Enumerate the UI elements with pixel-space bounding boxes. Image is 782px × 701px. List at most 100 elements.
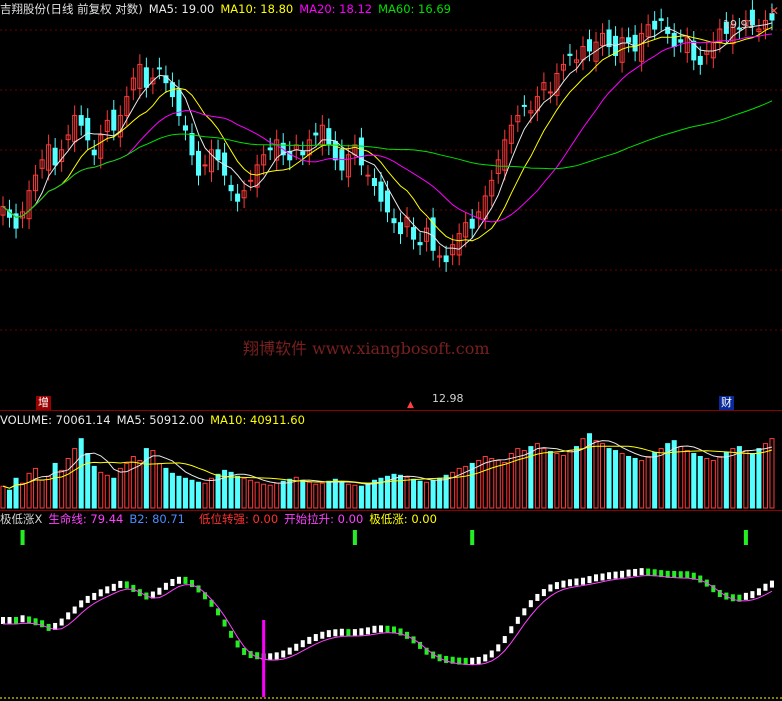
indicator-bar-falling: [646, 568, 651, 576]
volume-bar-up: [730, 448, 736, 509]
volume-bar-down: [411, 478, 417, 509]
volume-bar-down: [91, 465, 97, 509]
volume-bar-up: [26, 472, 32, 509]
lifeline-line: [3, 574, 773, 666]
volume-bar-down: [111, 477, 117, 509]
volume-bar-up: [319, 482, 325, 509]
high-price-marker: 19.91: [723, 18, 755, 31]
indicator-bar-rising: [268, 653, 273, 661]
indicator-bar-rising: [111, 583, 116, 591]
volume-bar-up: [352, 484, 358, 509]
stock-name: 吉翔股份(日线 前复权 对数): [0, 2, 143, 16]
volume-bar-down: [176, 475, 182, 509]
volume-bar-up: [202, 482, 208, 509]
indicator-lines: [0, 574, 782, 699]
volume-bar-down: [691, 453, 697, 509]
indicator-bar-rising: [105, 586, 110, 594]
indicator-bar-rising: [600, 573, 605, 581]
indicator-bar-falling: [730, 594, 735, 602]
indicator-bar-falling: [14, 617, 19, 624]
candle-down: [215, 149, 221, 161]
badge-cai[interactable]: 财: [719, 396, 734, 410]
panel-separator-volume-indicator: [0, 510, 782, 511]
volume-bar-up: [241, 477, 247, 509]
indicator-bar-rising: [496, 644, 501, 652]
volume-bar-up: [274, 482, 280, 509]
badge-zeng[interactable]: 增: [36, 396, 51, 410]
indicator-bar-rising: [294, 643, 299, 651]
volume-bar-up: [554, 453, 560, 509]
volume-bar-down: [697, 455, 703, 509]
candle-down: [111, 109, 117, 131]
indicator-bar-rising: [574, 578, 579, 586]
volume-bar-up: [639, 459, 645, 509]
indicator-bar-rising: [554, 582, 559, 590]
candle-down: [443, 255, 449, 263]
ma10-readout: MA10: 18.80: [220, 2, 294, 16]
volume-bar-down: [6, 489, 13, 509]
volume-bar-down: [443, 474, 449, 509]
volume-bar-up: [104, 474, 110, 509]
volume-bar-up: [150, 450, 156, 509]
volume-bar-up: [476, 459, 482, 509]
volume-bar-down: [195, 481, 202, 509]
volume-bar-up: [98, 471, 104, 509]
indicator-bar-rising: [274, 652, 279, 660]
watermark: 翔博软件 www.xiangbosoft.com: [243, 339, 490, 358]
volume-bar-down: [613, 450, 619, 509]
candle-down: [332, 140, 338, 161]
volume-bar-up: [137, 459, 143, 509]
volume-panel-header: VOLUME: 70061.14 MA5: 50912.00 MA10: 40911…: [0, 413, 311, 427]
volume-bar-up: [156, 462, 162, 509]
volume-bar-up: [306, 481, 312, 509]
candle-down: [235, 193, 241, 202]
volume-bar-up: [267, 484, 273, 509]
candle-down: [626, 37, 632, 43]
volume-bar-up: [39, 479, 45, 509]
volume-bar-up: [424, 481, 430, 509]
volume-bar-up: [20, 482, 26, 509]
indicator-bar-rising: [743, 592, 748, 600]
indicator-bar-rising: [483, 654, 488, 662]
signal-marker: [470, 530, 475, 545]
volume-bar-up: [710, 459, 716, 509]
candle-down: [652, 20, 658, 30]
indicator-bar-rising: [476, 656, 481, 664]
volume-bar-up: [560, 455, 566, 509]
price-panel-header: 吉翔股份(日线 前复权 对数) MA5: 19.00 MA10: 18.80 MA20…: [0, 2, 457, 16]
signal-marker: [743, 530, 748, 545]
volume-ma5-readout: MA5: 50912.00: [116, 413, 205, 427]
close-icon[interactable]: ✕: [769, 4, 779, 18]
volume-readout: VOLUME: 70061.14: [0, 413, 111, 427]
volume-bar-up: [72, 448, 78, 509]
indicator-bar-rising: [339, 628, 344, 636]
volume-bar-up: [261, 483, 267, 509]
volume-bar-down: [365, 482, 371, 509]
indicator-bar-rising: [0, 617, 6, 624]
signal-spike: [262, 620, 266, 697]
candle-down: [521, 104, 527, 107]
volume-bar-down: [326, 480, 332, 509]
volume-bar-up: [502, 461, 508, 509]
candle-down: [300, 151, 306, 156]
indicator-bar-rising: [352, 629, 357, 637]
indicator-bar-rising: [85, 595, 90, 603]
volume-bar-up: [254, 481, 260, 509]
panel-separator-price-volume: [0, 410, 782, 411]
indicator-bar-rising: [163, 582, 168, 590]
volume-bar-up: [762, 443, 768, 509]
volume-bar-down: [430, 479, 436, 509]
candle-down: [384, 190, 391, 213]
indicator-bar-rising: [580, 577, 586, 585]
volume-bar-down: [756, 448, 762, 509]
indicator-bar-falling: [131, 584, 136, 592]
indicator-bars: [0, 568, 774, 665]
indicator-bar-rising: [59, 618, 64, 626]
volume-bar-down: [182, 477, 188, 509]
caret-up-icon: ▲: [407, 400, 414, 410]
candle-down: [658, 18, 664, 21]
indicator-bar-falling: [444, 655, 449, 663]
volume-bar-up: [717, 455, 723, 509]
candle-down: [697, 56, 703, 65]
indicator-bar-falling: [222, 619, 227, 627]
